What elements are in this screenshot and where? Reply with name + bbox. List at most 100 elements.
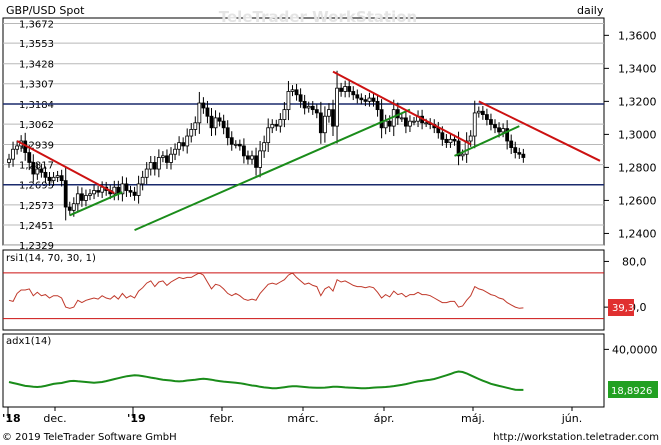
price-axis-label: 1,2400 — [618, 227, 657, 240]
candle-body — [444, 138, 449, 144]
candle-body — [241, 145, 246, 157]
candle-body — [59, 175, 64, 182]
candle-body — [489, 119, 493, 125]
candle-body — [246, 155, 250, 160]
candle-body — [262, 142, 267, 152]
candle-body — [452, 138, 457, 142]
candle-body — [399, 117, 404, 120]
price-axis-label: 1,2800 — [618, 161, 657, 174]
interval-label: daily — [577, 4, 604, 17]
candle-body — [521, 153, 526, 158]
candle-body — [484, 114, 489, 120]
fib-level-label: 1,2573 — [19, 201, 54, 212]
adx-axis: 40,0000 — [604, 343, 658, 356]
fib-level-label: 1,3307 — [19, 80, 54, 91]
candle-body — [480, 110, 485, 115]
candle-body — [302, 100, 307, 109]
fib-level-label: 1,3184 — [19, 100, 54, 111]
candle-body — [233, 143, 238, 146]
candle-body — [132, 191, 137, 196]
price-axis-label: 1,3600 — [618, 29, 657, 42]
candle-body — [472, 112, 477, 137]
candle-body — [460, 153, 465, 157]
candle-body — [270, 124, 275, 129]
fib-level-label: 1,2451 — [19, 221, 54, 232]
candle-body — [229, 137, 234, 145]
candle-body — [11, 148, 15, 160]
rsi-value-text: 39,3 — [612, 303, 634, 314]
candle-body — [217, 117, 222, 122]
candle-body — [51, 176, 56, 182]
candle-body — [318, 112, 323, 134]
candle-body — [148, 162, 153, 170]
rsi-label: rsi1(14, 70, 30, 1) — [6, 253, 96, 264]
candle-body — [327, 109, 331, 117]
candle-body — [387, 120, 392, 127]
price-panel: GBP/USD Spot daily TeleTrader WorkStatio… — [2, 4, 657, 252]
candle-body — [501, 128, 506, 133]
candle-body — [189, 129, 194, 137]
candle-body — [47, 176, 52, 182]
candle-body — [282, 109, 287, 120]
candle-body — [43, 171, 48, 178]
adx-panel: adx1(14) 40,0000 18,8926 — [2, 333, 658, 408]
candle-body — [15, 145, 20, 150]
fib-level-label: 1,3062 — [19, 120, 54, 131]
candle-body — [181, 142, 186, 147]
candle-body — [347, 86, 352, 92]
candle-body — [322, 115, 327, 134]
candle-body — [71, 203, 76, 211]
fib-level-label: 1,3428 — [19, 60, 54, 71]
candle-body — [169, 153, 173, 163]
date-axis-label: máj. — [461, 412, 485, 425]
candle-body — [225, 127, 230, 139]
rsi-panel: rsi1(14, 70, 30, 1) 80,040,0 39,3 — [2, 249, 647, 331]
candle-body — [144, 168, 149, 178]
price-axis-label: 1,3000 — [618, 128, 657, 141]
date-axis-label: '18 — [2, 412, 21, 425]
candle-body — [237, 143, 242, 147]
candle-body — [193, 122, 198, 130]
fib-level-label: 1,3553 — [19, 39, 54, 50]
candle-body — [351, 91, 356, 96]
candle-body — [408, 120, 412, 127]
adx-value-text: 18,8926 — [611, 386, 652, 397]
candle-body — [355, 94, 360, 99]
price-plot-frame — [2, 17, 605, 246]
candle-body — [152, 162, 157, 170]
source-url: http://workstation.teletrader.com — [493, 432, 659, 443]
candle-body — [254, 155, 258, 168]
candle-body — [363, 99, 368, 102]
candle-body — [286, 91, 291, 111]
price-axis-label: 1,3400 — [618, 62, 657, 75]
date-axis-label: '19 — [127, 412, 146, 425]
candle-body — [165, 155, 169, 163]
candle-body — [124, 183, 129, 191]
candle-body — [128, 190, 133, 193]
candle-body — [205, 107, 210, 117]
candle-body — [274, 124, 279, 127]
candle-body — [493, 124, 497, 129]
copyright-text: © 2019 TeleTrader Software GmbH — [2, 432, 177, 443]
candle-body — [314, 109, 319, 114]
candle-body — [209, 115, 214, 129]
candle-body — [35, 168, 40, 175]
adx-plot-frame — [2, 333, 605, 408]
date-axis-label: ápr. — [374, 412, 395, 425]
rsi-axis-label: 80,0 — [622, 255, 647, 268]
candle-body — [476, 110, 481, 114]
candle-body — [371, 97, 376, 102]
candle-body — [379, 109, 384, 129]
candle-body — [31, 162, 36, 175]
adx-axis-label: 40,0000 — [612, 343, 658, 356]
candle-body — [63, 180, 68, 208]
candle-body — [88, 193, 92, 196]
candle-body — [156, 157, 161, 170]
candle-body — [27, 152, 32, 163]
candle-body — [278, 119, 283, 127]
candle-body — [67, 206, 72, 211]
candle-body — [509, 140, 514, 148]
fib-level-label: 1,3672 — [19, 19, 54, 30]
candle-body — [136, 183, 141, 196]
candle-body — [448, 138, 453, 144]
